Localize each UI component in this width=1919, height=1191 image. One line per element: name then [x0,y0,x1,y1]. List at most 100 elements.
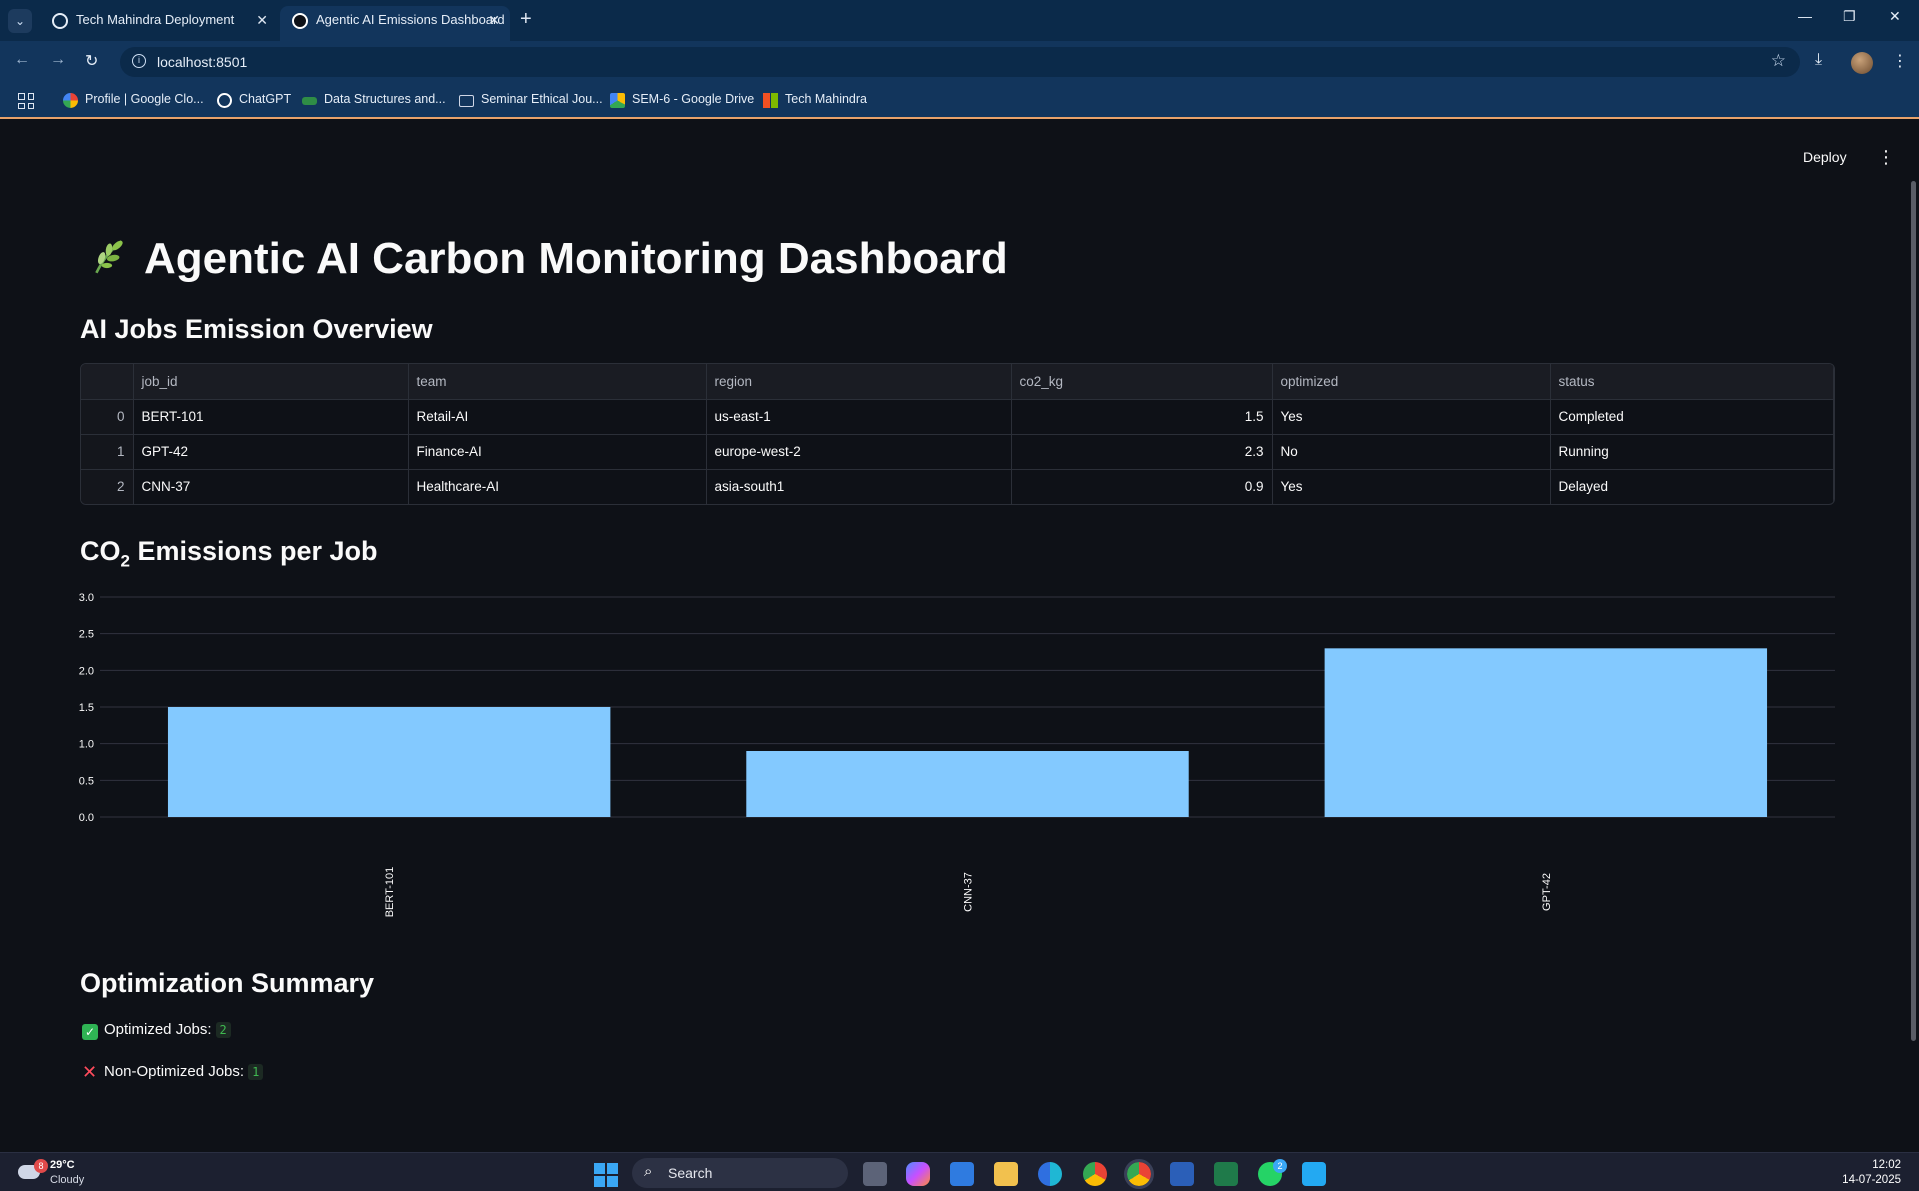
cell-region[interactable]: asia-south1 [706,469,1012,504]
browser-tab-bar: ⌄ Tech Mahindra Deployment ✕ Agentic AI … [0,0,1919,41]
column-header-job-id[interactable]: job_id [133,364,409,400]
search-label: Search [668,1165,713,1181]
url-text[interactable]: localhost:8501 [157,54,247,70]
minimize-icon[interactable]: — [1798,8,1812,24]
tab-search-chevron-icon[interactable]: ⌄ [8,9,32,33]
cell-optimized[interactable]: Yes [1272,399,1551,435]
y-tick-label: 0.5 [79,775,94,787]
microsoft-store-icon[interactable] [950,1162,974,1186]
bookmark-seminar-folder[interactable]: Seminar Ethical Jou... [459,92,603,107]
page-scrollbar[interactable] [1911,181,1916,1041]
word-icon[interactable] [1170,1162,1194,1186]
row-index: 1 [81,434,134,470]
reload-icon[interactable]: ↻ [85,51,98,71]
cell-status[interactable]: Running [1550,434,1834,470]
chrome-icon[interactable] [1083,1162,1107,1186]
y-tick-label: 2.0 [79,665,94,677]
cell-region[interactable]: us-east-1 [706,399,1012,435]
cell-job-id[interactable]: CNN-37 [133,469,409,504]
browser-menu-icon[interactable]: ⋮ [1892,51,1908,71]
windows-start-icon[interactable] [594,1163,618,1187]
cell-status[interactable]: Delayed [1550,469,1834,504]
folder-icon [459,95,474,107]
optimized-count: 2 [215,1022,231,1038]
y-tick-label: 1.5 [79,702,94,714]
non-optimized-count: 1 [248,1064,264,1080]
tab-title: Tech Mahindra Deployment [76,12,235,27]
google-drive-icon [610,93,625,108]
task-view-icon[interactable] [863,1162,887,1186]
cell-job-id[interactable]: BERT-101 [133,399,409,435]
bookmark-star-icon[interactable]: ☆ [1771,51,1786,71]
restore-icon[interactable]: ❐ [1843,8,1856,25]
y-tick-label: 3.0 [79,592,94,604]
x-tick-label: GPT-42 [1541,873,1553,911]
tab-emissions-dashboard[interactable]: Agentic AI Emissions Dashboard ✕ [280,6,510,41]
check-mark-icon: ✓ [82,1024,98,1040]
cell-team[interactable]: Healthcare-AI [408,469,707,504]
column-header-status[interactable]: status [1550,364,1834,400]
column-header-co2-kg[interactable]: co2_kg [1011,364,1273,400]
jobs-dataframe[interactable]: job_id team region co2_kg optimized stat… [80,363,1835,505]
bookmark-data-structures[interactable]: Data Structures and... [302,92,446,106]
bookmark-tech-mahindra[interactable]: Tech Mahindra [763,92,867,108]
download-icon[interactable]: ⤓ [1815,51,1822,69]
cell-optimized[interactable]: No [1272,434,1551,470]
y-tick-label: 0.0 [79,812,94,824]
back-arrow-icon[interactable]: ← [14,51,30,69]
weather-temp: 29°C [50,1159,75,1171]
cell-co2-kg[interactable]: 1.5 [1011,399,1273,435]
table-row: 0 BERT-101 Retail-AI us-east-1 1.5 Yes C… [81,399,1834,435]
cell-job-id[interactable]: GPT-42 [133,434,409,470]
file-explorer-icon[interactable] [994,1162,1018,1186]
chart-heading: CO2 Emissions per Job [80,536,378,571]
tab-tech-mahindra-deployment[interactable]: Tech Mahindra Deployment ✕ [40,6,278,41]
tab-close-icon[interactable]: ✕ [256,6,268,34]
column-header-optimized[interactable]: optimized [1272,364,1551,400]
forward-arrow-icon[interactable]: → [50,51,66,69]
index-header[interactable] [81,364,134,400]
cell-status[interactable]: Completed [1550,399,1834,435]
weather-widget[interactable]: 8 29°C Cloudy [14,1159,124,1189]
x-tick-label: BERT-101 [384,867,396,918]
edge-icon[interactable] [1038,1162,1062,1186]
new-tab-plus-icon[interactable]: + [520,8,532,31]
y-tick-label: 1.0 [79,739,94,751]
bookmarks-bar: Profile | Google Clo... ChatGPT Data Str… [0,83,1919,119]
cell-region[interactable]: europe-west-2 [706,434,1012,470]
tab-close-icon[interactable]: ✕ [488,6,500,34]
bookmark-sem6-drive[interactable]: SEM-6 - Google Drive [610,92,754,108]
taskbar-search[interactable]: ⌕ Search [632,1158,848,1188]
excel-icon[interactable] [1214,1162,1238,1186]
window-close-icon[interactable]: ✕ [1889,8,1901,25]
table-header-row: job_id team region co2_kg optimized stat… [81,364,1834,400]
streamlit-favicon-icon [292,13,308,29]
non-optimized-jobs-line: ✕ Non-Optimized Jobs: 1 [82,1062,264,1083]
copilot-icon[interactable] [906,1162,930,1186]
column-header-region[interactable]: region [706,364,1012,400]
apps-grid-icon[interactable] [18,93,34,109]
bookmark-chatgpt[interactable]: ChatGPT [217,92,291,108]
bar-gpt-42 [1324,648,1768,817]
deploy-button[interactable]: Deploy [1803,149,1847,165]
profile-avatar-icon[interactable] [1851,52,1873,74]
chatgpt-icon [217,93,232,108]
address-toolbar: ← → ↻ i localhost:8501 ☆ ⤓ ⋮ [0,41,1919,83]
table-heading: AI Jobs Emission Overview [80,314,433,344]
summary-heading: Optimization Summary [80,968,375,998]
cell-team[interactable]: Retail-AI [408,399,707,435]
vscode-icon[interactable] [1302,1162,1326,1186]
cell-team[interactable]: Finance-AI [408,434,707,470]
column-header-team[interactable]: team [408,364,707,400]
url-bar[interactable]: i localhost:8501 ☆ [120,47,1800,77]
chrome-profile-icon[interactable] [1124,1159,1154,1189]
site-info-icon[interactable]: i [132,54,146,68]
system-clock[interactable]: 12:02 14-07-2025 [1842,1158,1901,1188]
page-title: Agentic AI Carbon Monitoring Dashboard [88,234,1008,284]
bookmark-profile-google-cloud[interactable]: Profile | Google Clo... [63,92,204,108]
cell-co2-kg[interactable]: 0.9 [1011,469,1273,504]
app-menu-icon[interactable]: ⋮ [1877,147,1895,168]
optimized-jobs-line: ✓ Optimized Jobs: 2 [82,1021,231,1040]
cell-optimized[interactable]: Yes [1272,469,1551,504]
cell-co2-kg[interactable]: 2.3 [1011,434,1273,470]
